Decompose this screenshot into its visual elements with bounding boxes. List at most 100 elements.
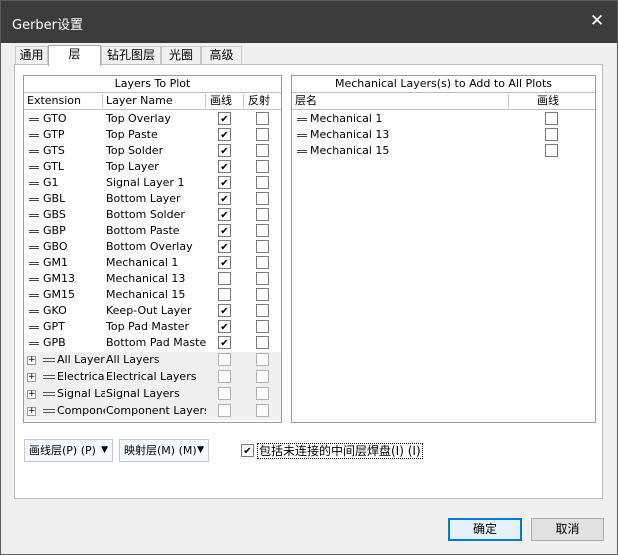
mirror-checkbox[interactable] bbox=[256, 160, 269, 173]
layer-icon bbox=[29, 278, 39, 281]
tab-general[interactable]: 通用 bbox=[15, 46, 48, 65]
col-mech-plot[interactable]: 画线 bbox=[537, 93, 559, 109]
layer-row[interactable]: GM13 Mechanical 13 bbox=[24, 271, 281, 287]
plot-checkbox[interactable] bbox=[218, 336, 231, 349]
mirror-checkbox[interactable] bbox=[256, 240, 269, 253]
layer-group-icon bbox=[43, 392, 55, 396]
tab-apertures[interactable]: 光圈 bbox=[161, 46, 201, 65]
mirror-checkbox[interactable] bbox=[256, 256, 269, 269]
mirror-checkbox[interactable] bbox=[256, 336, 269, 349]
group-name: Component Layers bbox=[106, 404, 206, 417]
expand-icon[interactable]: + bbox=[27, 390, 36, 399]
col-plot[interactable]: 画线 bbox=[210, 93, 232, 109]
close-icon[interactable]: ✕ bbox=[586, 10, 608, 32]
chevron-down-icon: ▼ bbox=[101, 445, 108, 455]
mirror-checkbox[interactable] bbox=[256, 288, 269, 301]
mirror-checkbox[interactable] bbox=[256, 304, 269, 317]
col-mech-layer-name[interactable]: 层名 bbox=[295, 93, 317, 109]
layer-row[interactable]: GTS Top Solder bbox=[24, 143, 281, 159]
layer-row[interactable]: GM15 Mechanical 15 bbox=[24, 287, 281, 303]
ok-button[interactable]: 确定 bbox=[448, 518, 522, 541]
layer-row[interactable]: GTP Top Paste bbox=[24, 127, 281, 143]
group-mirror-checkbox[interactable] bbox=[256, 404, 269, 417]
plot-checkbox[interactable] bbox=[218, 240, 231, 253]
expand-icon[interactable]: + bbox=[27, 356, 36, 365]
layer-row[interactable]: GTO Top Overlay bbox=[24, 111, 281, 127]
layer-name: Bottom Pad Master bbox=[106, 336, 206, 349]
group-mirror-checkbox[interactable] bbox=[256, 370, 269, 383]
mirror-layers-dropdown[interactable]: 映射层(M) (M) ▼ bbox=[119, 439, 209, 462]
mirror-checkbox[interactable] bbox=[256, 128, 269, 141]
plot-checkbox[interactable] bbox=[218, 256, 231, 269]
group-plot-checkbox[interactable] bbox=[218, 353, 231, 366]
layer-row[interactable]: GBO Bottom Overlay bbox=[24, 239, 281, 255]
layer-row[interactable]: GPT Top Pad Master bbox=[24, 319, 281, 335]
layer-row[interactable]: G1 Signal Layer 1 bbox=[24, 175, 281, 191]
layer-extension: GKO bbox=[43, 304, 67, 317]
tab-layers[interactable]: 层 bbox=[48, 45, 101, 66]
layer-icon bbox=[297, 150, 307, 153]
group-plot-checkbox[interactable] bbox=[218, 387, 231, 400]
mirror-checkbox[interactable] bbox=[256, 224, 269, 237]
cancel-button[interactable]: 取消 bbox=[531, 518, 604, 541]
layers-tab-panel: Layers To Plot Extension Layer Name 画线 反… bbox=[14, 64, 603, 499]
plot-checkbox[interactable] bbox=[218, 160, 231, 173]
plot-checkbox[interactable] bbox=[218, 288, 231, 301]
col-extension[interactable]: Extension bbox=[27, 93, 81, 109]
mirror-checkbox[interactable] bbox=[256, 320, 269, 333]
mechanical-plot-checkbox[interactable] bbox=[545, 144, 558, 157]
plot-checkbox[interactable] bbox=[218, 176, 231, 189]
layer-row[interactable]: GM1 Mechanical 1 bbox=[24, 255, 281, 271]
layer-group-icon bbox=[43, 375, 55, 379]
layer-name: Bottom Paste bbox=[106, 224, 180, 237]
group-plot-checkbox[interactable] bbox=[218, 404, 231, 417]
tab-advanced[interactable]: 高级 bbox=[201, 46, 242, 65]
include-unconnected-option[interactable]: 包括未连接的中间层焊盘(I) (I) bbox=[241, 443, 441, 459]
expand-icon[interactable]: + bbox=[27, 373, 36, 382]
layer-group-row[interactable]: + ComponentComponent Layers bbox=[24, 403, 281, 420]
plot-checkbox[interactable] bbox=[218, 320, 231, 333]
plot-layers-dropdown[interactable]: 画线层(P) (P) ▼ bbox=[24, 439, 113, 462]
plot-checkbox[interactable] bbox=[218, 224, 231, 237]
mechanical-plot-checkbox[interactable] bbox=[545, 112, 558, 125]
layer-group-row[interactable]: + Electrical Electrical Layers bbox=[24, 369, 281, 386]
mirror-checkbox[interactable] bbox=[256, 192, 269, 205]
layer-row[interactable]: GBP Bottom Paste bbox=[24, 223, 281, 239]
mirror-checkbox[interactable] bbox=[256, 176, 269, 189]
mirror-checkbox[interactable] bbox=[256, 208, 269, 221]
layer-row[interactable]: GKO Keep-Out Layer bbox=[24, 303, 281, 319]
layer-row[interactable]: GBS Bottom Solder bbox=[24, 207, 281, 223]
mirror-checkbox[interactable] bbox=[256, 112, 269, 125]
layer-group-row[interactable]: + Signal La Signal Layers bbox=[24, 386, 281, 403]
mechanical-row[interactable]: Mechanical 13 bbox=[292, 127, 595, 143]
col-layer-name[interactable]: Layer Name bbox=[106, 93, 173, 109]
mechanical-plot-checkbox[interactable] bbox=[545, 128, 558, 141]
group-mirror-checkbox[interactable] bbox=[256, 387, 269, 400]
plot-checkbox[interactable] bbox=[218, 128, 231, 141]
col-mirror[interactable]: 反射 bbox=[248, 93, 270, 109]
plot-checkbox[interactable] bbox=[218, 192, 231, 205]
mechanical-row[interactable]: Mechanical 15 bbox=[292, 143, 595, 159]
mirror-checkbox[interactable] bbox=[256, 144, 269, 157]
mirror-layers-dropdown-label: 映射层(M) (M) bbox=[124, 444, 197, 457]
group-plot-checkbox[interactable] bbox=[218, 370, 231, 383]
plot-checkbox[interactable] bbox=[218, 208, 231, 221]
plot-checkbox[interactable] bbox=[218, 144, 231, 157]
include-unconnected-checkbox[interactable] bbox=[241, 444, 254, 457]
plot-checkbox[interactable] bbox=[218, 112, 231, 125]
layer-name: Bottom Solder bbox=[106, 208, 185, 221]
layer-row[interactable]: GBL Bottom Layer bbox=[24, 191, 281, 207]
expand-icon[interactable]: + bbox=[27, 407, 36, 416]
layer-group-row[interactable]: + All LayersAll Layers bbox=[24, 352, 281, 369]
mirror-checkbox[interactable] bbox=[256, 272, 269, 285]
group-mirror-checkbox[interactable] bbox=[256, 353, 269, 366]
layer-row[interactable]: GPB Bottom Pad Master bbox=[24, 335, 281, 351]
layer-row[interactable]: GTL Top Layer bbox=[24, 159, 281, 175]
layer-extension: G1 bbox=[43, 176, 59, 189]
layer-extension: GTL bbox=[43, 160, 64, 173]
layer-extension: GTO bbox=[43, 112, 67, 125]
tab-drill-drawing[interactable]: 钻孔图层 bbox=[101, 46, 161, 65]
plot-checkbox[interactable] bbox=[218, 304, 231, 317]
plot-checkbox[interactable] bbox=[218, 272, 231, 285]
mechanical-row[interactable]: Mechanical 1 bbox=[292, 111, 595, 127]
